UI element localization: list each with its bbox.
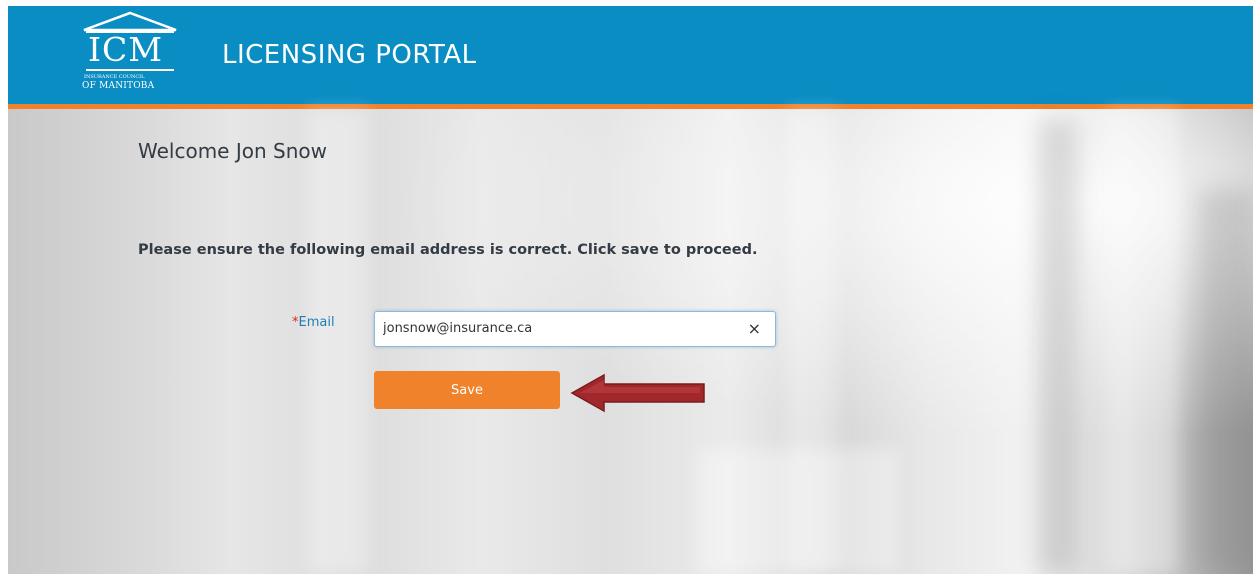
portal-header: ICM INSURANCE COUNCIL OF MANITOBA LICENS… xyxy=(8,6,1253,104)
bg-blur-column xyxy=(1108,109,1178,574)
bg-blur-column xyxy=(308,109,368,574)
save-button[interactable]: Save xyxy=(374,371,560,409)
bg-blur-shadow xyxy=(1038,119,1078,574)
arrow-left-icon xyxy=(570,373,705,413)
email-label: *Email xyxy=(292,315,335,331)
icm-logo[interactable]: ICM INSURANCE COUNCIL OF MANITOBA xyxy=(78,11,188,99)
portal-title: LICENSING PORTAL xyxy=(222,40,477,70)
bg-blur-shadow xyxy=(1198,189,1253,574)
logo-small-text: INSURANCE COUNCIL xyxy=(84,74,145,80)
close-icon[interactable]: × xyxy=(748,320,761,338)
email-field[interactable]: × xyxy=(374,311,776,347)
logo-mark: ICM xyxy=(88,30,164,69)
page-frame: ICM INSURANCE COUNCIL OF MANITOBA LICENS… xyxy=(8,6,1253,574)
email-label-text: Email xyxy=(298,315,335,330)
welcome-heading: Welcome Jon Snow xyxy=(138,139,327,163)
bg-blur-object xyxy=(698,449,898,574)
logo-sub-text: OF MANITOBA xyxy=(82,81,155,91)
email-input[interactable] xyxy=(383,321,733,337)
instruction-text: Please ensure the following email addres… xyxy=(138,242,758,258)
